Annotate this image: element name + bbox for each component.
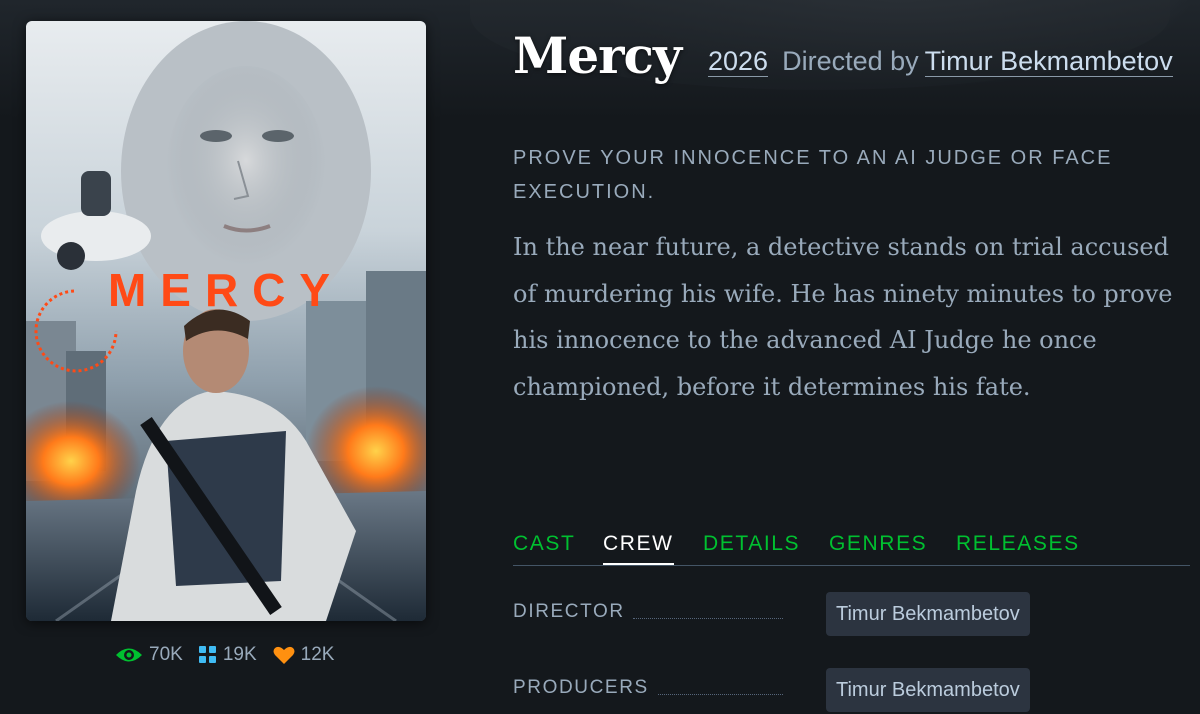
film-tabs: CAST CREW DETAILS GENRES RELEASES	[513, 532, 1190, 566]
heart-icon	[273, 646, 295, 664]
year-link[interactable]: 2026	[708, 46, 769, 77]
crew-role: PRODUCERS	[513, 677, 649, 698]
tab-details[interactable]: DETAILS	[703, 532, 800, 564]
director-link[interactable]: Timur Bekmambetov	[924, 46, 1173, 77]
watched-count: 70K	[149, 644, 183, 665]
crew-name-chip[interactable]: Timur Bekmambetov	[826, 668, 1030, 712]
tab-crew[interactable]: CREW	[603, 532, 674, 565]
poster-title: MERCY	[108, 264, 344, 316]
film-meta: 2026 Directed by Timur Bekmambetov	[708, 46, 1173, 77]
crew-row: PRODUCERS Timur Bekmambetov	[513, 668, 1190, 714]
grid-icon	[198, 646, 216, 663]
dotted-leader	[633, 618, 783, 619]
directed-by-label: Directed by	[782, 46, 919, 76]
tab-releases[interactable]: RELEASES	[956, 532, 1080, 564]
tagline: Prove your innocence to an AI judge or f…	[513, 147, 1113, 203]
tab-genres[interactable]: GENRES	[829, 532, 927, 564]
crew-name-chip[interactable]: Timur Bekmambetov	[826, 592, 1030, 636]
film-poster[interactable]: MERCY	[26, 21, 426, 621]
lists-count: 19K	[222, 644, 257, 665]
film-stats: 70K 19K 12K	[115, 644, 334, 666]
film-title: Mercy	[513, 26, 682, 85]
synopsis: In the near future, a detective stands o…	[513, 233, 1173, 401]
eye-icon	[116, 648, 142, 662]
crew-role: DIRECTOR	[513, 601, 625, 622]
watched-stat[interactable]: 70K	[115, 644, 183, 666]
likes-stat[interactable]: 12K	[273, 644, 335, 666]
crew-row: DIRECTOR Timur Bekmambetov	[513, 592, 1190, 638]
likes-count: 12K	[300, 644, 335, 665]
dotted-leader	[658, 694, 783, 695]
tab-cast[interactable]: CAST	[513, 532, 575, 564]
lists-stat[interactable]: 19K	[198, 644, 257, 666]
